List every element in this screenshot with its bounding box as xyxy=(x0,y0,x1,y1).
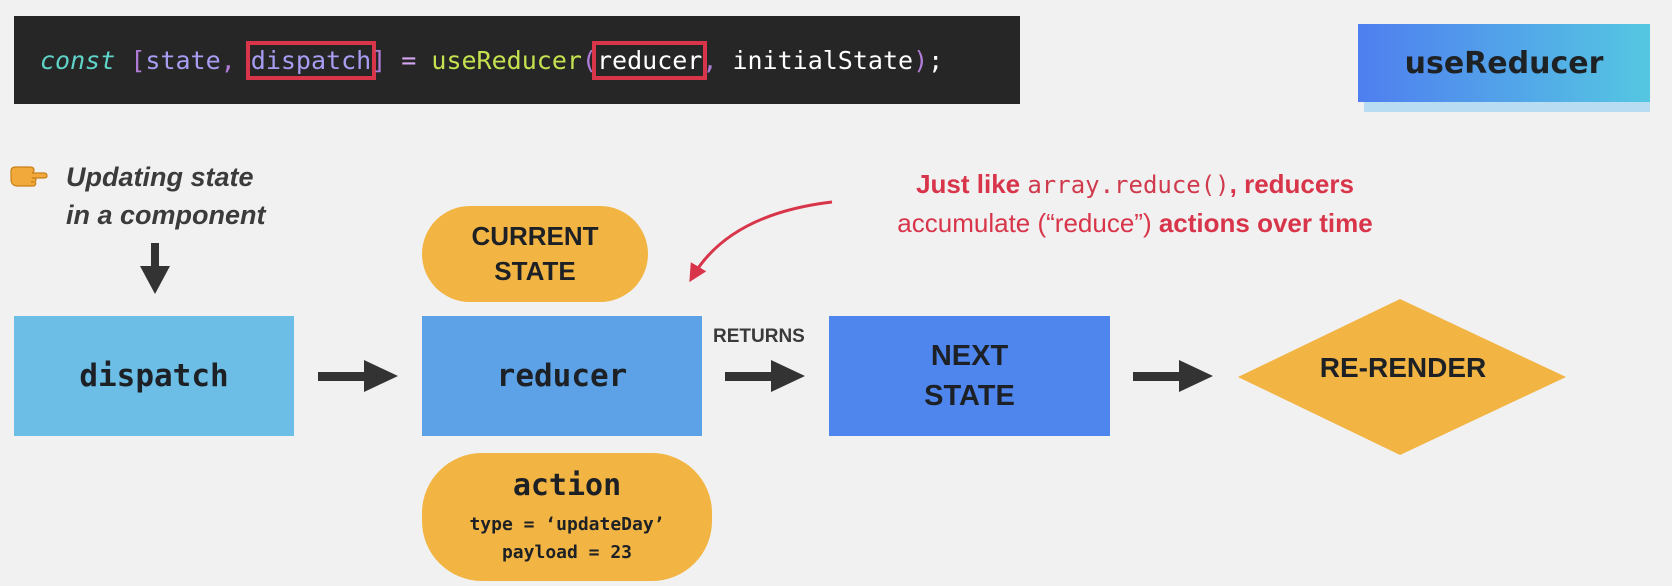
action-pill: action type = ‘updateDay’ payload = 23 xyxy=(422,453,712,581)
next-state-line-2: STATE xyxy=(924,380,1015,412)
current-state-line-2: STATE xyxy=(494,256,576,286)
current-state-line-1: CURRENT xyxy=(471,221,599,251)
reducer-label: reducer xyxy=(496,358,628,394)
current-state-pill: CURRENT STATE xyxy=(422,206,648,302)
down-arrow-icon xyxy=(140,243,170,294)
action-title: action xyxy=(512,467,622,503)
dispatch-label: dispatch xyxy=(79,358,229,394)
returns-label: RETURNS xyxy=(713,326,805,347)
rerender-label-wrap: RE-RENDER xyxy=(1238,352,1568,384)
diagram-connectors xyxy=(140,200,1566,455)
action-type-line: type = ‘updateDay’ xyxy=(469,513,665,535)
next-state-line-1: NEXT xyxy=(930,340,1009,372)
next-state-label: NEXT STATE xyxy=(924,336,1015,416)
action-payload-line: payload = 23 xyxy=(501,541,633,563)
next-state-box: NEXT STATE xyxy=(829,316,1110,436)
rerender-label: RE-RENDER xyxy=(1319,352,1487,383)
red-curved-arrow xyxy=(689,200,833,283)
arrow-dispatch-to-reducer xyxy=(318,360,398,392)
arrow-reducer-to-next-state xyxy=(725,360,805,392)
current-state-label: CURRENT STATE xyxy=(471,219,598,289)
arrow-next-state-to-rerender xyxy=(1133,360,1213,392)
reducer-box: reducer xyxy=(422,316,702,436)
dispatch-box: dispatch xyxy=(14,316,294,436)
